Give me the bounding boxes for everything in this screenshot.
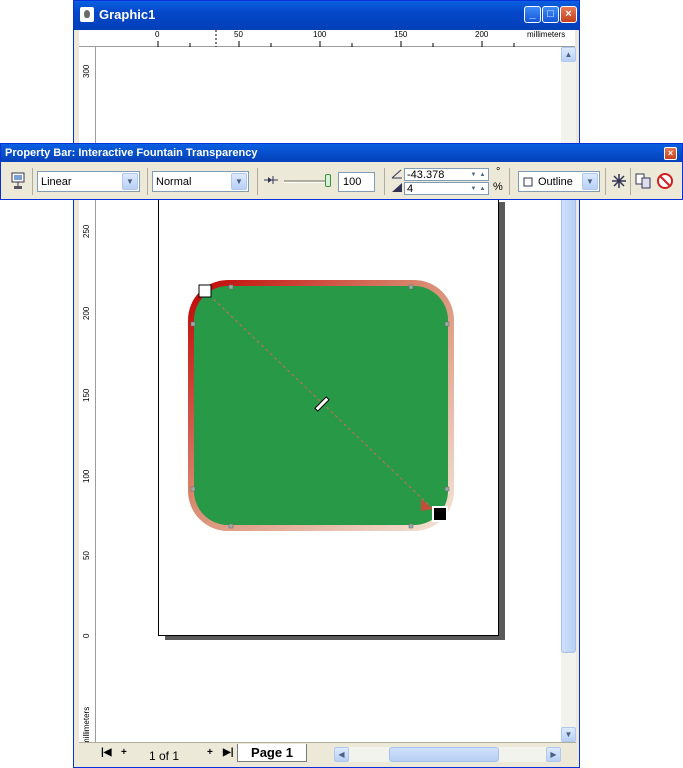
ruler-label-h150: 150 [394,30,408,39]
property-bar-title: Property Bar: Interactive Fountain Trans… [5,147,258,159]
edge-pad-spin-up-icon[interactable]: ▲ [478,185,487,193]
ruler-label-v300: 300 [82,64,91,78]
ruler-label-v250: 250 [82,224,91,238]
close-button[interactable]: × [560,6,577,23]
window-titlebar[interactable]: Graphic1 _ □ × [74,1,579,30]
scroll-right-button[interactable]: ▶ [546,747,561,762]
separator [257,168,258,195]
rounded-rectangle-shape[interactable] [185,277,457,534]
maximize-button[interactable]: □ [542,6,559,23]
ruler-label-h50: 50 [234,30,243,39]
horizontal-scrollbar[interactable]: ◀ ▶ [334,747,561,762]
transparency-target-value: Outline [538,176,573,188]
chevron-down-icon[interactable]: ▼ [582,173,598,190]
scroll-down-button[interactable]: ▼ [561,727,576,742]
angle-spin-up-icon[interactable]: ▲ [478,171,487,179]
property-bar-titlebar[interactable]: Property Bar: Interactive Fountain Trans… [1,144,682,162]
midpoint-field[interactable]: 100 [338,172,375,192]
transparency-type-value: Linear [41,176,72,188]
edge-pad-spin-down-icon[interactable]: ▼ [469,185,478,193]
chevron-down-icon[interactable]: ▼ [122,173,138,190]
window-title: Graphic1 [99,7,156,22]
angle-value: -43.378 [407,169,445,181]
ruler-label-v50: 50 [82,551,91,560]
clear-transparency-icon[interactable] [656,172,674,190]
separator [509,168,510,195]
ruler-label-v0: 0 [82,633,91,638]
edge-pad-field[interactable]: 4 ▼ ▲ [404,182,489,195]
edge-pad-icon [392,183,402,192]
midpoint-slider-thumb[interactable] [325,174,331,187]
ruler-label-v150: 150 [82,388,91,402]
first-page-icon[interactable]: |◀ [101,747,112,758]
freeze-icon[interactable] [610,172,628,190]
outline-icon [523,177,533,187]
ruler-ticks [157,30,515,47]
separator [32,168,33,195]
minimize-button[interactable]: _ [524,6,541,23]
vertical-scroll-thumb[interactable] [561,195,576,653]
transparency-presets-icon[interactable] [9,171,29,191]
transparency-target-dropdown[interactable]: Outline ▼ [518,171,600,192]
page-count: 1 of 1 [149,749,180,763]
horizontal-ruler[interactable]: 0 50 100 150 200 millimeters [79,30,575,47]
separator [630,168,631,195]
last-page-icon[interactable]: ▶| [223,747,234,758]
transparency-type-dropdown[interactable]: Linear ▼ [37,171,140,192]
edge-pad-value: 4 [407,183,414,195]
ruler-units-horizontal: millimeters [527,30,566,39]
merge-mode-dropdown[interactable]: Normal ▼ [152,171,249,192]
merge-mode-value: Normal [156,176,192,188]
ruler-label-h200: 200 [475,30,489,39]
angle-field[interactable]: -43.378 ▼ ▲ [404,168,489,181]
ruler-label-v100: 100 [82,469,91,483]
add-page-before-icon[interactable]: + [121,747,127,758]
horizontal-scroll-thumb[interactable] [389,747,499,762]
angle-spin-down-icon[interactable]: ▼ [469,171,478,179]
separator [605,168,606,195]
property-bar: Property Bar: Interactive Fountain Trans… [0,143,683,200]
ruler-label-h0: 0 [155,30,160,39]
angle-unit: ° [496,166,501,178]
app-icon[interactable] [80,7,94,22]
midpoint-icon [264,176,278,184]
copy-transparency-icon[interactable] [634,172,652,190]
page-navigator: |◀ + 1 of 1 + ▶| Page 1 ◀ ▶ [79,742,576,763]
midpoint-value: 100 [343,176,362,188]
edge-pad-unit: % [493,181,503,193]
separator [384,168,385,195]
ruler-units-vertical: millimeters [82,706,91,745]
angle-icon [391,169,402,179]
tab-page-1[interactable]: Page 1 [237,744,307,762]
midpoint-slider-track[interactable] [284,180,330,183]
chevron-down-icon[interactable]: ▼ [231,173,247,190]
property-bar-close-button[interactable]: × [664,147,677,160]
add-page-after-icon[interactable]: + [207,747,213,758]
ruler-label-h100: 100 [313,30,327,39]
ruler-label-v200: 200 [82,306,91,320]
scroll-left-button[interactable]: ◀ [334,747,349,762]
scroll-up-button[interactable]: ▲ [561,47,576,62]
separator [147,168,148,195]
